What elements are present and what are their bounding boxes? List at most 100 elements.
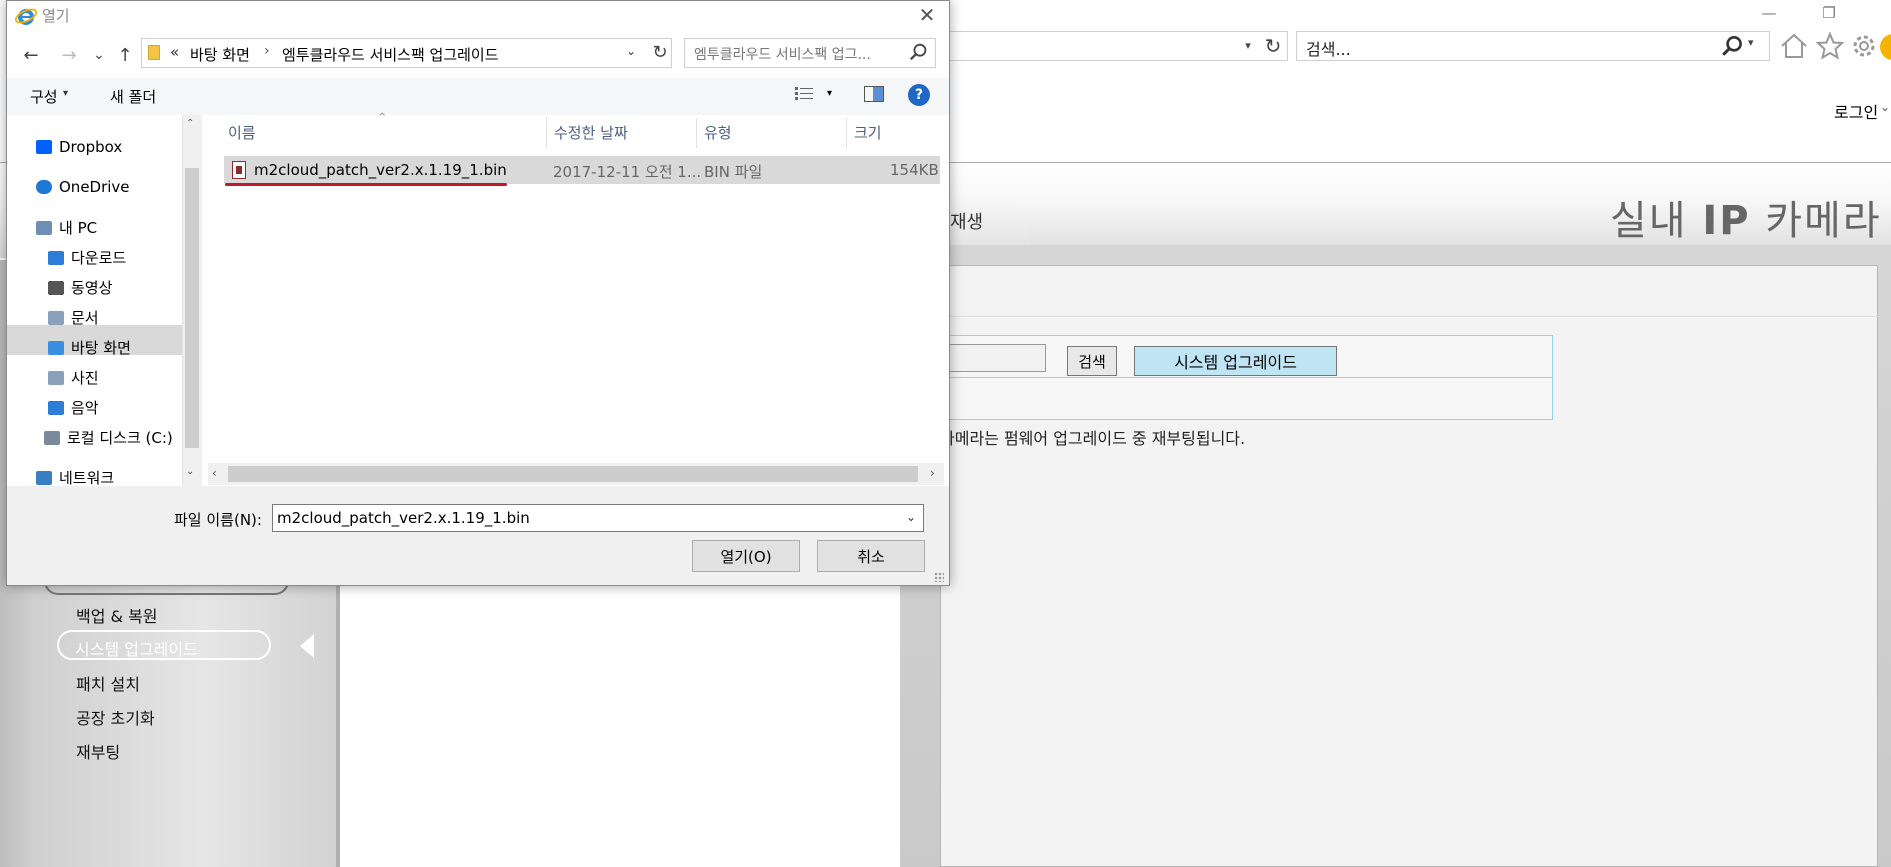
sidebar-item-label: Dropbox <box>59 138 123 156</box>
documents-folder-icon <box>48 310 64 325</box>
breadcrumb-dropdown-icon[interactable]: ⌄ <box>626 44 636 58</box>
breadcrumb-separator-icon[interactable]: › <box>264 43 270 59</box>
file-size: 154KB <box>890 161 939 179</box>
sidebar-item-label: 음악 <box>71 399 99 417</box>
browse-file-button[interactable]: 검색 <box>1067 346 1117 376</box>
sidebar-item-music[interactable]: 음악 <box>48 397 99 418</box>
firmware-file-input[interactable] <box>940 344 1046 372</box>
breadcrumb-item-folder[interactable]: 엠투클라우드 서비스팩 업그레이드 <box>282 44 499 65</box>
preview-pane-icon[interactable] <box>864 86 884 102</box>
network-icon <box>36 470 52 485</box>
column-separator[interactable] <box>546 118 547 148</box>
pictures-folder-icon <box>48 370 64 385</box>
home-icon[interactable] <box>1778 30 1810 62</box>
sidebar-item-desktop[interactable]: 바탕 화면 <box>48 337 131 358</box>
menu-tab-label: 재생 <box>950 212 984 233</box>
navigation-scroll-thumb[interactable] <box>185 168 199 448</box>
sidebar-item-patch-install[interactable]: 패치 설치 <box>76 671 140 695</box>
column-size[interactable]: 크기 <box>854 122 882 143</box>
internet-explorer-icon <box>14 8 38 25</box>
sidebar-item-label: OneDrive <box>59 178 130 196</box>
sidebar-item-network[interactable]: 네트워크 <box>36 467 114 488</box>
browser-search-box[interactable] <box>1296 31 1770 61</box>
breadcrumb-overflow-icon[interactable]: « <box>170 43 179 61</box>
file-modified: 2017-12-11 오전 1... <box>553 163 702 181</box>
search-icon[interactable] <box>1720 33 1746 59</box>
camera-title-ip: IP <box>1702 198 1751 244</box>
sidebar-item-label: 문서 <box>71 309 99 327</box>
column-modified[interactable]: 수정한 날짜 <box>554 122 628 143</box>
sidebar-item-onedrive[interactable]: OneDrive <box>36 178 130 196</box>
refresh-icon[interactable]: ↻ <box>1260 33 1286 59</box>
column-name[interactable]: 이름 <box>228 122 256 143</box>
music-folder-icon <box>48 400 64 415</box>
folder-icon <box>148 45 160 60</box>
sidebar-item-this-pc[interactable]: 내 PC <box>36 217 97 238</box>
upgrade-notice: 카메라는 펌웨어 업그레이드 중 재부팅됩니다. <box>940 429 1246 448</box>
upgrade-form-row-divider <box>940 377 1553 378</box>
column-separator[interactable] <box>846 118 847 148</box>
sidebar-item-factory-reset[interactable]: 공장 초기화 <box>76 705 155 729</box>
address-dropdown-icon[interactable]: ▾ <box>1240 35 1256 55</box>
sidebar-item-label: 네트워크 <box>59 469 115 487</box>
sidebar-item-reboot[interactable]: 재부팅 <box>76 739 120 763</box>
file-type: BIN 파일 <box>704 163 763 181</box>
resize-grip[interactable] <box>934 572 944 582</box>
recent-locations-icon[interactable]: ⌄ <box>86 42 112 68</box>
column-type[interactable]: 유형 <box>704 122 732 143</box>
highlight-underline <box>225 183 507 186</box>
chevron-down-icon[interactable]: ▾ <box>63 88 68 99</box>
login-link[interactable]: 로그인 <box>1834 99 1878 123</box>
view-options-icon[interactable] <box>795 86 815 102</box>
sidebar-item-label: 내 PC <box>59 219 98 237</box>
organize-button[interactable]: 구성 <box>30 86 58 107</box>
sidebar-item-backup-restore[interactable]: 백업 & 복원 <box>76 603 158 627</box>
close-icon[interactable]: ✕ <box>910 2 944 28</box>
scroll-down-icon[interactable]: ⌄ <box>186 466 194 477</box>
column-separator[interactable] <box>696 118 697 148</box>
search-icon[interactable] <box>908 41 930 63</box>
system-upgrade-button[interactable]: 시스템 업그레이드 <box>1134 346 1337 376</box>
breadcrumb-item-desktop[interactable]: 바탕 화면 <box>190 44 250 65</box>
sidebar-item-pictures[interactable]: 사진 <box>48 367 99 388</box>
filename-input[interactable] <box>272 504 924 532</box>
favorites-star-icon[interactable] <box>1814 30 1846 62</box>
dropbox-icon <box>36 140 52 154</box>
videos-folder-icon <box>48 280 64 295</box>
sidebar-item-documents[interactable]: 문서 <box>48 307 99 328</box>
help-icon[interactable]: ? <box>908 84 930 106</box>
cancel-button[interactable]: 취소 <box>817 540 925 572</box>
open-button[interactable]: 열기(O) <box>692 540 800 572</box>
browser-search-placeholder: 검색... <box>1306 40 1351 59</box>
minimize-button[interactable]: — <box>1746 0 1792 26</box>
sidebar-item-downloads[interactable]: 다운로드 <box>48 247 126 268</box>
scroll-left-icon[interactable]: ‹ <box>212 466 217 480</box>
filename-label: 파일 이름(N): <box>174 511 262 529</box>
dialog-search-placeholder: 엠투클라우드 서비스팩 업그... <box>694 47 871 63</box>
scroll-up-icon[interactable]: ⌃ <box>186 118 194 129</box>
address-bar[interactable] <box>940 31 1288 61</box>
file-name: m2cloud_patch_ver2.x.1.19_1.bin <box>254 161 507 179</box>
sidebar-item-label: 바탕 화면 <box>71 339 131 357</box>
refresh-icon[interactable]: ↻ <box>648 40 672 64</box>
content-divider <box>940 316 1878 317</box>
sidebar-item-dropbox[interactable]: Dropbox <box>36 138 122 156</box>
restore-button[interactable]: ❐ <box>1806 0 1852 26</box>
new-folder-button[interactable]: 새 폴더 <box>110 86 156 107</box>
search-provider-dropdown-icon[interactable]: ▾ <box>1748 36 1754 49</box>
dialog-footer <box>7 486 949 585</box>
sidebar-item-label: 동영상 <box>71 279 113 297</box>
scroll-right-icon[interactable]: › <box>930 466 935 480</box>
back-arrow-icon[interactable]: ← <box>18 42 44 68</box>
sidebar-item-videos[interactable]: 동영상 <box>48 277 112 298</box>
downloads-folder-icon <box>48 250 64 265</box>
filename-dropdown-icon[interactable]: ⌄ <box>906 510 916 524</box>
sidebar-active-pointer <box>300 634 314 658</box>
dialog-title: 열기 <box>42 7 70 25</box>
chevron-down-icon[interactable]: ▾ <box>827 88 832 99</box>
forward-arrow-icon[interactable]: → <box>56 42 82 68</box>
horizontal-scroll-thumb[interactable] <box>228 466 918 482</box>
sidebar-item-local-disk[interactable]: 로컬 디스크 (C:) <box>44 427 173 448</box>
settings-gear-icon[interactable] <box>1848 30 1880 62</box>
up-arrow-icon[interactable]: ↑ <box>112 42 138 68</box>
